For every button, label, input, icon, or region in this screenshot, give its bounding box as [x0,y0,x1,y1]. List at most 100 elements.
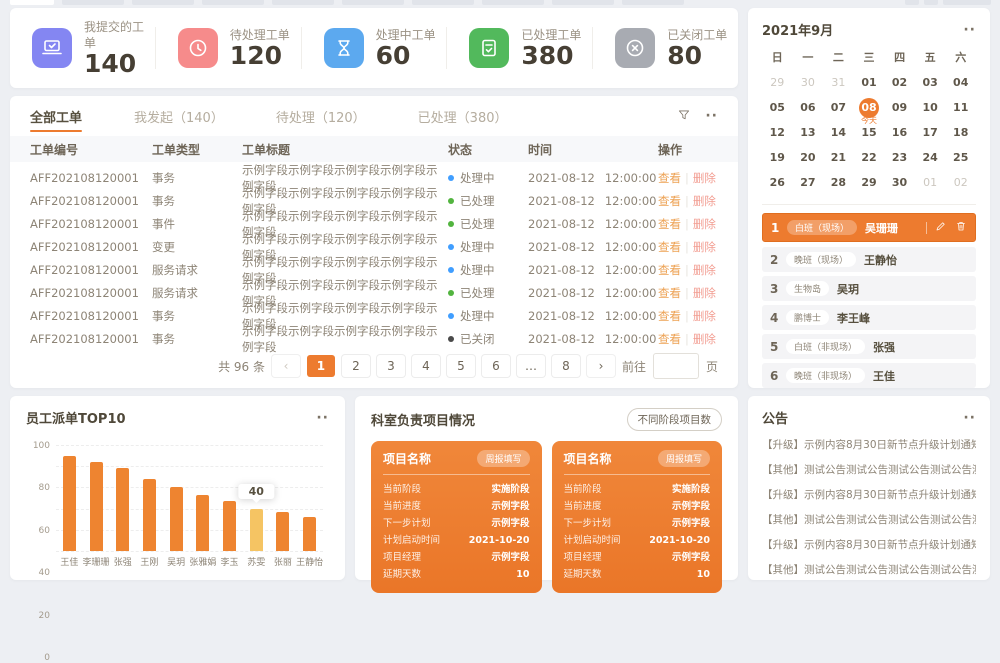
page-button[interactable]: 1 [307,355,335,377]
page-ellipsis[interactable]: … [517,355,545,377]
bar[interactable] [90,462,103,551]
notice-item[interactable]: 【升级】示例内容8月30日新节点升级计划通知 [762,533,976,558]
calendar-day-today[interactable]: 08今天 [854,96,885,119]
delete-link[interactable]: 删除 [693,171,716,185]
calendar-day[interactable]: 27 [793,171,824,194]
page-button[interactable]: 6 [482,355,510,377]
bar[interactable] [170,487,183,551]
stage-count-button[interactable]: 不同阶段项目数 [627,408,723,431]
calendar-day[interactable]: 14 [823,121,854,144]
table-more-icon[interactable]: ·· [705,111,718,121]
calendar-day[interactable]: 07 [823,96,854,119]
page-button[interactable]: 5 [447,355,475,377]
delete-link[interactable]: 删除 [693,263,716,277]
bar[interactable] [303,517,316,551]
next-page-button[interactable]: › [587,355,615,377]
shift-row[interactable]: 4鹏博士李王峰 [762,305,976,330]
trash-icon[interactable] [955,220,967,235]
calendar-day[interactable]: 30 [793,71,824,94]
tab-item[interactable]: 我发起（140） [134,96,224,136]
view-link[interactable]: 查看 [658,194,681,208]
calendar-day[interactable]: 18 [945,121,976,144]
notice-item[interactable]: 【其他】测试公告测试公告测试公告测试公告测试公告 [762,458,976,483]
goto-page-input[interactable] [653,353,699,379]
calendar-day[interactable]: 30 [884,171,915,194]
notice-item[interactable]: 【升级】示例内容8月30日新节点升级计划通知 [762,483,976,508]
delete-link[interactable]: 删除 [693,332,716,346]
calendar-day[interactable]: 01 [854,71,885,94]
calendar-day[interactable]: 12 [762,121,793,144]
view-link[interactable]: 查看 [658,286,681,300]
calendar-day[interactable]: 05 [762,96,793,119]
cropped-tab[interactable] [482,0,544,5]
shift-row[interactable]: 2晚班（现场）王静怡 [762,247,976,272]
prev-page-button[interactable]: ‹ [272,355,300,377]
bar[interactable] [196,495,209,551]
notice-item[interactable]: 【升级】示例内容8月30日新节点升级计划通知 [762,433,976,458]
view-link[interactable]: 查看 [658,217,681,231]
weekly-report-badge[interactable]: 周报填写 [477,450,529,467]
calendar-day[interactable]: 16 [884,121,915,144]
cropped-tab[interactable] [412,0,474,5]
calendar-day[interactable]: 26 [762,171,793,194]
calendar-day[interactable]: 01 [915,171,946,194]
tab-item[interactable]: 待处理（120） [276,96,366,136]
tab-item[interactable]: 已处理（380） [418,96,508,136]
calendar-day[interactable]: 02 [945,171,976,194]
edit-icon[interactable] [935,220,947,235]
bar[interactable] [143,479,156,551]
calendar-day[interactable]: 15 [854,121,885,144]
calendar-day[interactable]: 11 [945,96,976,119]
cropped-tab[interactable] [943,0,991,5]
calendar-day[interactable]: 03 [915,71,946,94]
shift-row[interactable]: 5白班（非现场）张强 [762,334,976,359]
calendar-day[interactable]: 29 [762,71,793,94]
view-link[interactable]: 查看 [658,309,681,323]
cropped-tab[interactable] [62,0,124,5]
bar[interactable] [63,456,76,551]
calendar-day[interactable]: 24 [915,146,946,169]
view-link[interactable]: 查看 [658,240,681,254]
shift-row[interactable]: 6晚班（非现场）王佳 [762,363,976,388]
calendar-day[interactable]: 23 [884,146,915,169]
weekly-report-badge[interactable]: 周报填写 [658,450,710,467]
cropped-tab[interactable] [924,0,938,5]
calendar-day[interactable]: 02 [884,71,915,94]
page-button[interactable]: 8 [552,355,580,377]
view-link[interactable]: 查看 [658,171,681,185]
page-button[interactable]: 2 [342,355,370,377]
bar[interactable] [223,501,236,551]
calendar-day[interactable]: 21 [823,146,854,169]
notice-item[interactable]: 【其他】测试公告测试公告测试公告测试公告测试公告 [762,558,976,583]
tab-active[interactable]: 全部工单 [30,96,82,136]
calendar-day[interactable]: 25 [945,146,976,169]
calendar-day[interactable]: 06 [793,96,824,119]
cropped-tab[interactable] [132,0,194,5]
calendar-day[interactable]: 04 [945,71,976,94]
cropped-tab[interactable] [272,0,334,5]
bar[interactable] [276,512,289,551]
notice-item[interactable]: 【其他】测试公告测试公告测试公告测试公告测试公告 [762,508,976,533]
calendar-day[interactable]: 17 [915,121,946,144]
cropped-tab[interactable] [905,0,919,5]
page-button[interactable]: 3 [377,355,405,377]
calendar-day[interactable]: 22 [854,146,885,169]
calendar-day[interactable]: 28 [823,171,854,194]
page-button[interactable]: 4 [412,355,440,377]
cropped-tab[interactable] [10,0,54,5]
delete-link[interactable]: 删除 [693,286,716,300]
cropped-tab[interactable] [342,0,404,5]
cropped-tab[interactable] [552,0,614,5]
calendar-day[interactable]: 09 [884,96,915,119]
cropped-tab[interactable] [202,0,264,5]
view-link[interactable]: 查看 [658,263,681,277]
calendar-day[interactable]: 29 [854,171,885,194]
cropped-tab[interactable] [622,0,684,5]
calendar-more-icon[interactable]: ·· [963,25,976,35]
delete-link[interactable]: 删除 [693,309,716,323]
calendar-day[interactable]: 19 [762,146,793,169]
calendar-day[interactable]: 10 [915,96,946,119]
delete-link[interactable]: 删除 [693,217,716,231]
calendar-day[interactable]: 13 [793,121,824,144]
view-link[interactable]: 查看 [658,332,681,346]
